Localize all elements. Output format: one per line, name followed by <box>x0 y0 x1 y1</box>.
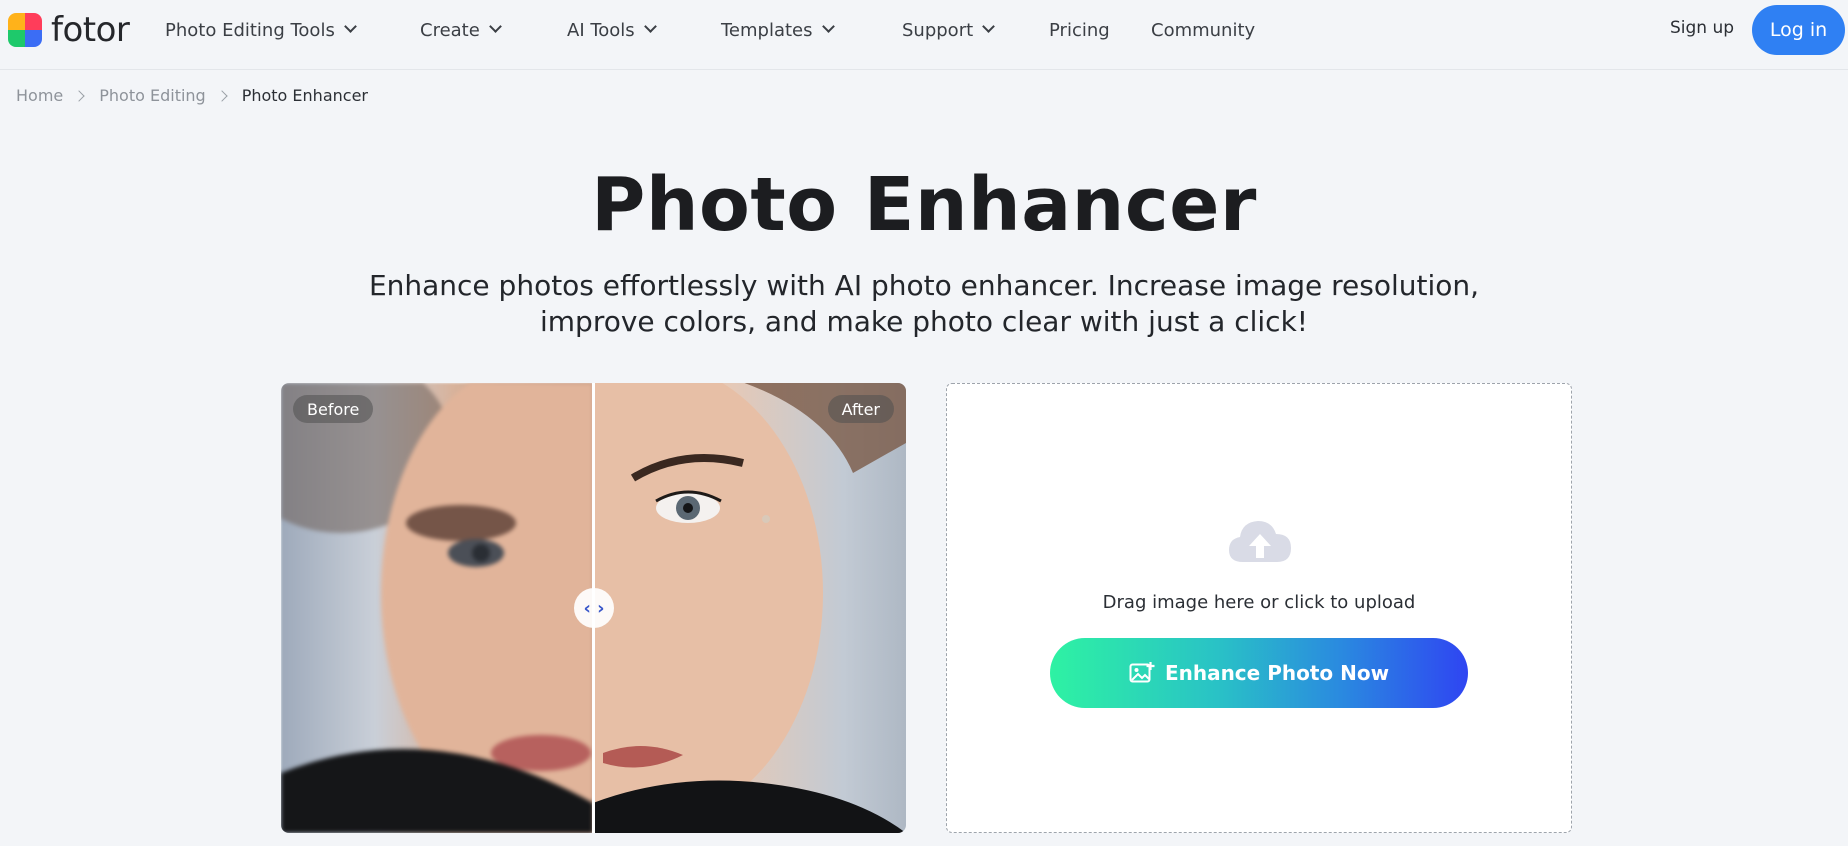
chevron-down-icon <box>490 22 500 32</box>
subtitle-line: improve colors, and make photo clear wit… <box>539 305 1309 338</box>
top-nav: fotor Photo Editing Tools Create AI Tool… <box>0 0 1848 70</box>
image-add-icon <box>1129 662 1155 683</box>
subtitle-line: Enhance photos effortlessly with AI phot… <box>368 269 1480 302</box>
enhanced-portrait-image <box>593 383 906 833</box>
before-label: Before <box>293 395 374 423</box>
nav-ai-tools[interactable]: AI Tools <box>567 18 655 42</box>
chevron-down-icon <box>983 22 993 32</box>
enhance-photo-now-button[interactable]: Enhance Photo Now <box>1050 638 1468 708</box>
enhance-button-label: Enhance Photo Now <box>1164 661 1390 685</box>
slider-handle[interactable]: ‹ › <box>574 588 614 628</box>
blurred-portrait-image <box>281 383 593 833</box>
nav-create[interactable]: Create <box>420 18 500 42</box>
page-title: Photo Enhancer <box>591 162 1257 248</box>
chevron-down-icon <box>345 22 355 32</box>
brand-name: fotor <box>51 10 130 50</box>
after-image <box>593 383 906 833</box>
breadcrumb: Home Photo Editing Photo Enhancer <box>16 86 368 105</box>
nav-label: Create <box>420 19 480 41</box>
sign-up-link[interactable]: Sign up <box>1670 18 1734 38</box>
log-in-button[interactable]: Log in <box>1752 5 1845 55</box>
logo-mark-icon <box>8 13 42 47</box>
breadcrumb-photo-editing[interactable]: Photo Editing <box>99 86 205 105</box>
upload-prompt: Drag image here or click to upload <box>1102 592 1416 613</box>
page-subtitle: Enhance photos effortlessly with AI phot… <box>324 268 1524 340</box>
nav-support[interactable]: Support <box>902 18 993 42</box>
cloud-upload-icon <box>1229 521 1291 562</box>
after-label: After <box>827 395 894 423</box>
breadcrumb-current: Photo Enhancer <box>241 86 368 105</box>
nav-label: Photo Editing Tools <box>165 19 335 41</box>
chevron-right-icon <box>75 90 85 102</box>
upload-dropzone[interactable]: Drag image here or click to upload Enhan… <box>946 383 1572 833</box>
chevron-down-icon <box>645 22 655 32</box>
breadcrumb-home[interactable]: Home <box>16 86 63 105</box>
chevron-down-icon <box>823 22 833 32</box>
before-after-comparison[interactable]: ‹ › Before After <box>281 383 906 833</box>
nav-templates[interactable]: Templates <box>721 18 833 42</box>
chevron-left-right-icon: ‹ › <box>583 597 605 619</box>
fotor-logo[interactable]: fotor <box>8 10 130 50</box>
nav-label: Community <box>1151 19 1256 41</box>
nav-community[interactable]: Community <box>1151 18 1255 42</box>
nav-label: AI Tools <box>567 19 635 41</box>
chevron-right-icon <box>218 90 228 102</box>
nav-label: Templates <box>721 19 813 41</box>
nav-label: Support <box>902 19 974 41</box>
before-image <box>281 383 593 833</box>
nav-label: Pricing <box>1049 19 1110 41</box>
nav-photo-editing-tools[interactable]: Photo Editing Tools <box>165 18 355 42</box>
nav-pricing[interactable]: Pricing <box>1049 18 1110 42</box>
